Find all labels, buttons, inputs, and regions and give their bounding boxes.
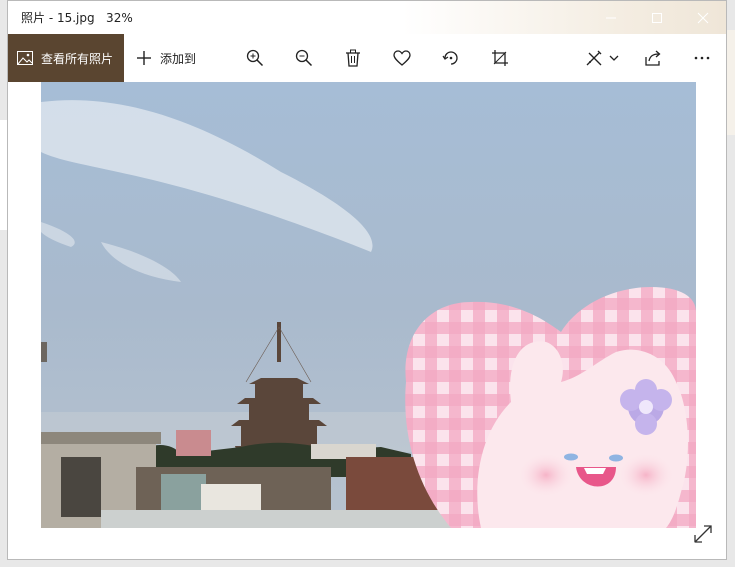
photo-image: [41, 82, 696, 528]
chevron-down-icon: [609, 55, 619, 61]
screen: 照片 - 15.jpg 32% 查看所有照片 添加到 CSDN @paidx0: [0, 0, 735, 567]
maximize-icon: [652, 12, 662, 23]
zoom-out-icon: [295, 49, 312, 67]
window-title: 照片 - 15.jpg 32%: [21, 11, 133, 25]
plus-icon: [137, 51, 151, 65]
window-controls: [588, 1, 726, 34]
add-to-button[interactable]: 添加到: [124, 34, 204, 82]
close-icon: [697, 12, 709, 23]
minimize-icon: [606, 17, 616, 18]
rotate-button[interactable]: [426, 34, 475, 82]
toolbar: 查看所有照片 添加到: [8, 34, 726, 82]
heart-icon: [392, 50, 411, 66]
edit-icon: [586, 50, 602, 66]
csdn-watermark: CSDN @paidx0: [588, 540, 717, 560]
rotate-icon: [442, 51, 458, 65]
share-icon: [644, 50, 660, 66]
add-to-label: 添加到: [160, 51, 197, 66]
edit-create-button[interactable]: [576, 34, 628, 82]
zoom-in-button[interactable]: [230, 34, 279, 82]
zoom-in-icon: [246, 49, 263, 67]
photos-app-window: 照片 - 15.jpg 32% 查看所有照片 添加到: [7, 0, 727, 560]
zoom-out-button[interactable]: [279, 34, 328, 82]
crop-button[interactable]: [475, 34, 524, 82]
background-window-strip-right: [727, 30, 735, 135]
more-button[interactable]: [677, 34, 726, 82]
view-all-photos-button[interactable]: 查看所有照片: [8, 34, 124, 82]
view-all-photos-label: 查看所有照片: [41, 51, 114, 66]
maximize-button[interactable]: [634, 1, 680, 34]
close-button[interactable]: [680, 1, 726, 34]
favorite-button[interactable]: [377, 34, 426, 82]
delete-icon: [345, 49, 360, 67]
title-bar[interactable]: 照片 - 15.jpg 32%: [8, 1, 726, 34]
more-icon: [694, 56, 709, 60]
photo-viewport[interactable]: [41, 82, 696, 528]
crop-icon: [491, 50, 508, 66]
minimize-button[interactable]: [588, 1, 634, 34]
photo-icon: [17, 51, 33, 65]
share-button[interactable]: [628, 34, 677, 82]
delete-button[interactable]: [328, 34, 377, 82]
